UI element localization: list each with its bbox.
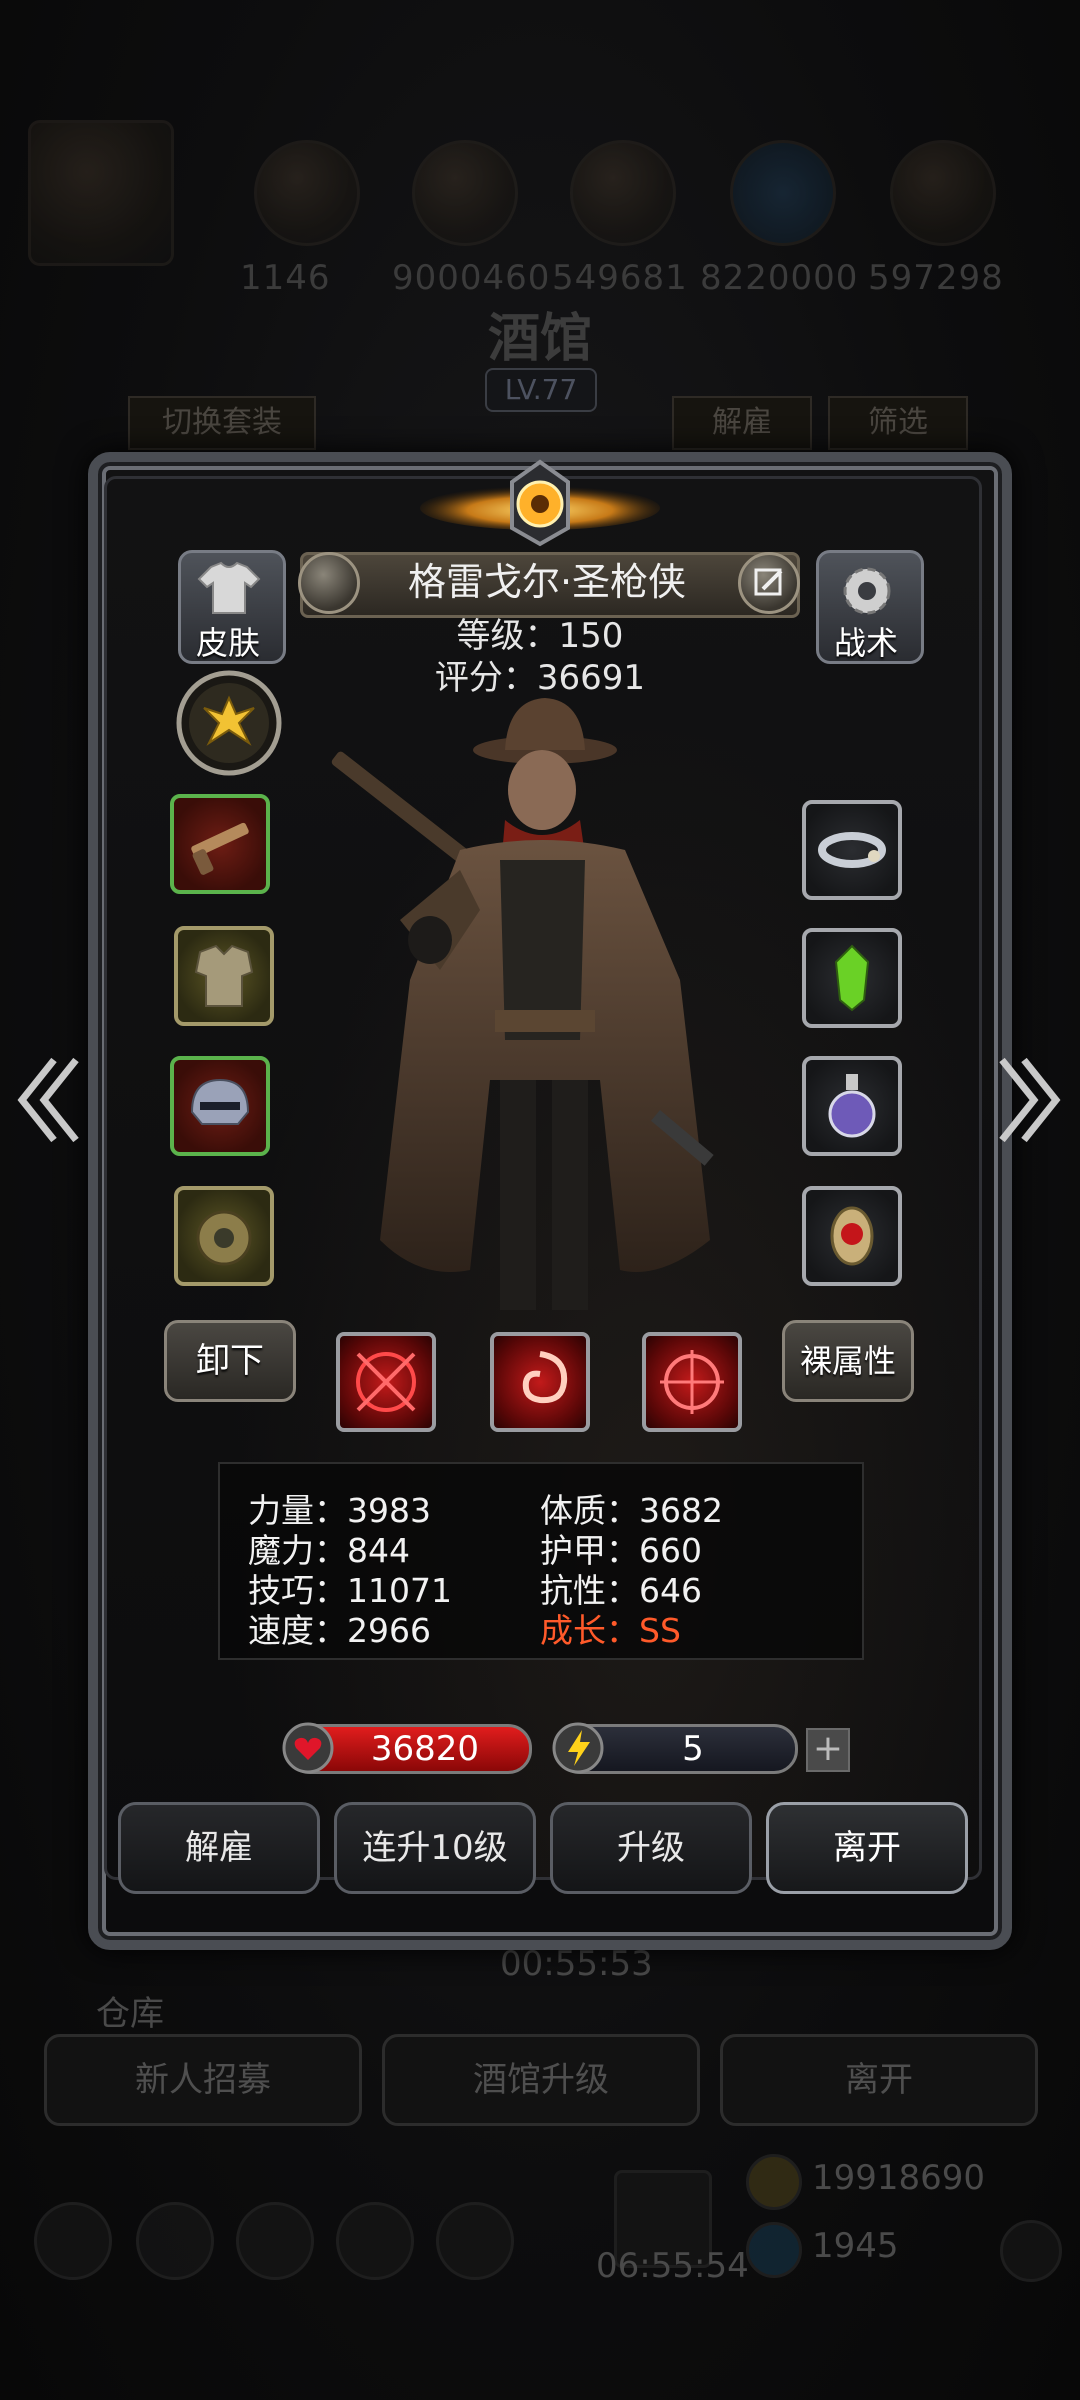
crystal-slot[interactable] (802, 928, 902, 1028)
gem-amount: 1945 (812, 2226, 899, 2266)
resource-icon (570, 140, 676, 246)
resource-icon (412, 140, 518, 246)
heart-icon (282, 1722, 334, 1774)
bracelet-slot[interactable] (802, 800, 902, 900)
gold-icon (746, 2154, 802, 2210)
skill-slot-1[interactable] (336, 1332, 436, 1432)
base-stats-button[interactable]: 裸属性 (782, 1320, 914, 1402)
hp-value: 36820 (370, 1729, 480, 1769)
swirl-skill-icon (522, 1351, 568, 1404)
dismiss-button[interactable]: 解雇 (118, 1802, 320, 1894)
hero-portrait (331, 698, 714, 1310)
plus-icon (1000, 2220, 1062, 2282)
skill-slot-3[interactable] (642, 1332, 742, 1432)
main-timer: 00:55:53 (500, 1944, 653, 1984)
crest-emblem-icon (420, 459, 660, 547)
class-emblem-icon[interactable] (174, 668, 284, 778)
gem-icon (746, 2222, 802, 2278)
level-up-10-button[interactable]: 连升10级 (334, 1802, 536, 1894)
amulet-slot[interactable] (802, 1186, 902, 1286)
next-hero-arrow-icon[interactable] (994, 1050, 1064, 1150)
accessory-slot[interactable] (174, 1186, 274, 1286)
menu-icon (436, 2202, 514, 2280)
helmet-icon (190, 1078, 250, 1125)
bottom-timer: 06:55:54 (596, 2246, 749, 2286)
leave-button[interactable]: 离开 (766, 1802, 968, 1894)
filter-tab: 筛选 (828, 396, 968, 450)
potion-slot[interactable] (802, 1056, 902, 1156)
shirt-icon (197, 561, 261, 614)
energy-value: 5 (682, 1729, 704, 1769)
green-crystal-icon (834, 944, 870, 1012)
storage-label: 仓库 (96, 1994, 164, 2034)
resource-icon (890, 140, 996, 246)
avatar (28, 120, 174, 266)
recruit-button: 新人招募 (44, 2034, 362, 2126)
potion-icon (828, 1074, 876, 1138)
add-energy-button[interactable]: + (806, 1728, 850, 1772)
resource-count: 1146 (240, 258, 331, 298)
resource-count: 9000460 (392, 258, 551, 298)
cloud-bracelet-icon (818, 832, 886, 868)
crosshair-skill-icon (356, 1352, 416, 1412)
menu-icon (236, 2202, 314, 2280)
resource-icon (254, 140, 360, 246)
armor-slot[interactable] (174, 926, 274, 1026)
tavern-level: LV.77 (485, 368, 597, 412)
resource-icon (730, 140, 836, 246)
menu-icon (34, 2202, 112, 2280)
stat-speed: 速度：2966 (248, 1611, 431, 1650)
resource-count: 8220000 (700, 258, 859, 298)
tavern-upgrade-button: 酒馆升级 (382, 2034, 700, 2126)
target-skill-icon (660, 1350, 724, 1414)
tactics-label: 战术 (833, 624, 898, 662)
edit-name-icon[interactable] (738, 552, 800, 614)
hero-name: 格雷戈尔·圣枪侠 (407, 560, 687, 604)
dismiss-tab: 解雇 (672, 396, 812, 450)
helmet-slot[interactable] (170, 1056, 270, 1156)
lightning-icon (552, 1722, 604, 1774)
skin-label: 皮肤 (195, 624, 260, 662)
resource-count: 549681 (552, 258, 688, 298)
resource-count: 597298 (868, 258, 1004, 298)
weapon-slot[interactable] (170, 794, 270, 894)
tavern-title: 酒馆 (487, 308, 592, 369)
level-up-button[interactable]: 升级 (550, 1802, 752, 1894)
skill-slot-2[interactable] (490, 1332, 590, 1432)
leave-tavern-button: 离开 (720, 2034, 1038, 2126)
switch-outfit-tab: 切换套装 (128, 396, 316, 450)
menu-icon (336, 2202, 414, 2280)
gold-amount: 19918690 (812, 2158, 986, 2198)
stat-growth: 成长：SS (540, 1611, 681, 1650)
gear-icon (843, 567, 891, 615)
rifle-icon (191, 822, 249, 875)
armor-icon (194, 944, 254, 1007)
ruby-amulet-icon (830, 1206, 874, 1266)
menu-icon (136, 2202, 214, 2280)
emblem-icon (196, 1210, 252, 1266)
previous-hero-arrow-icon[interactable] (14, 1050, 84, 1150)
unequip-button[interactable]: 卸下 (164, 1320, 296, 1402)
